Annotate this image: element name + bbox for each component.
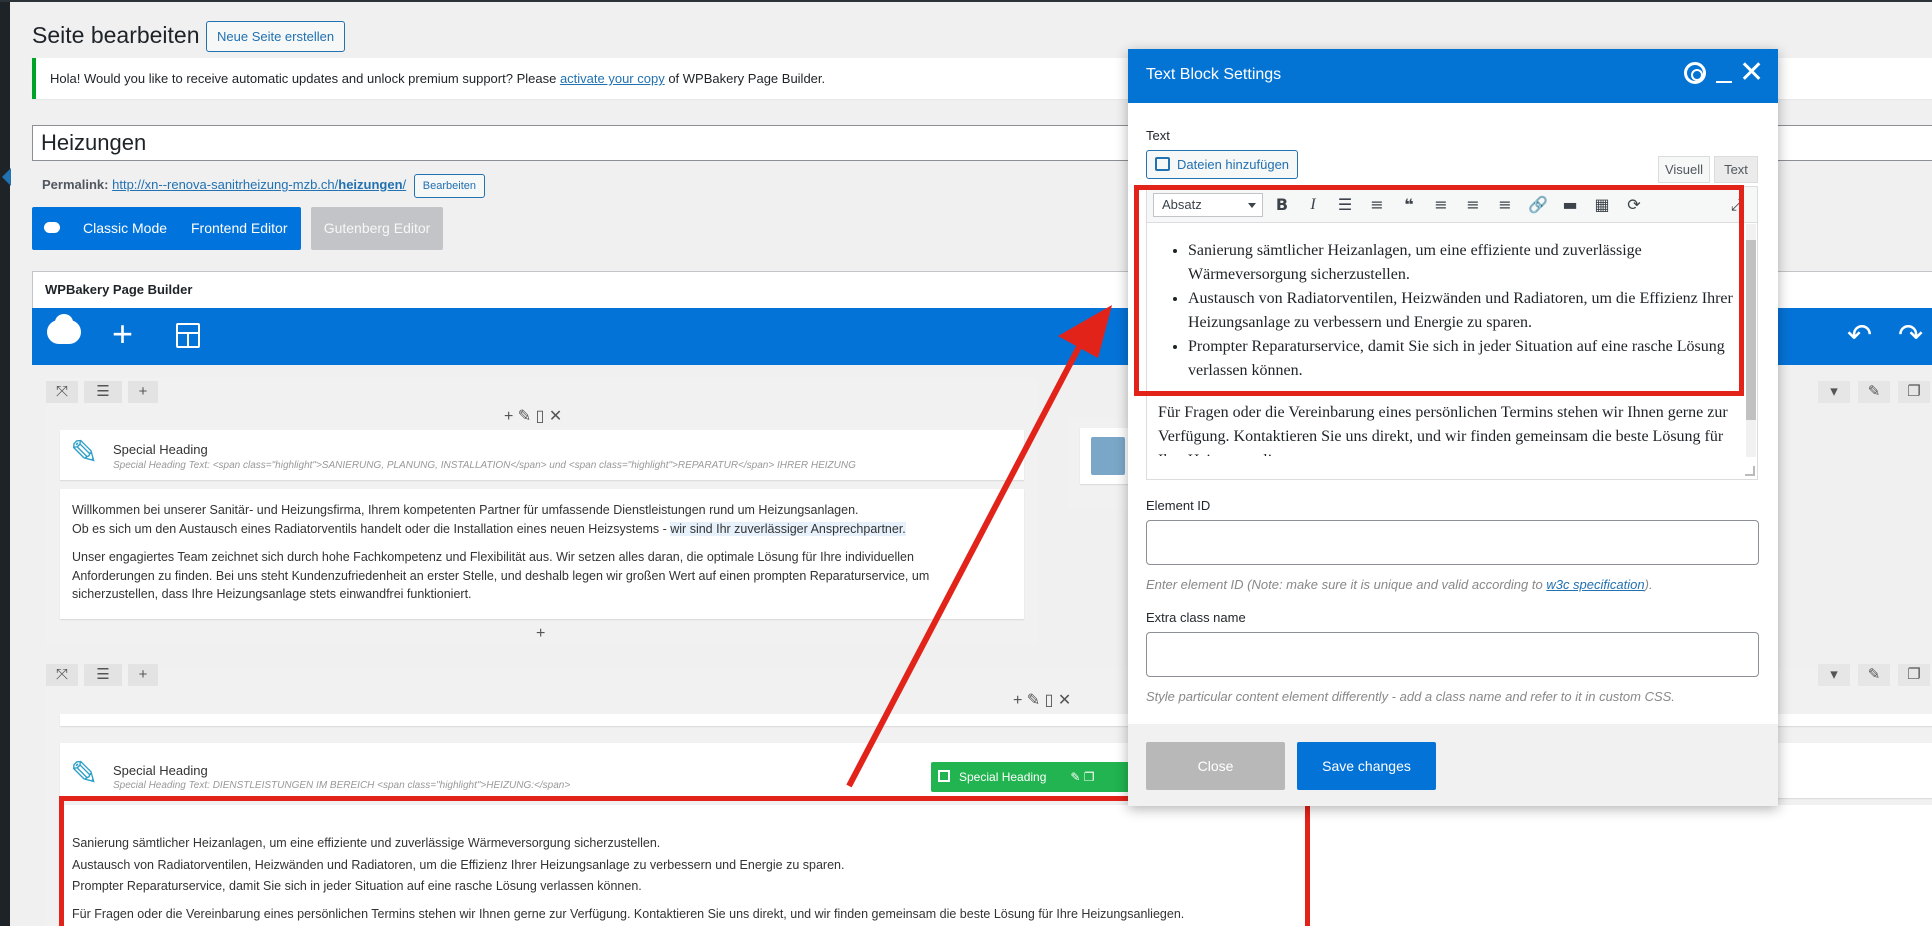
gutenberg-editor-button[interactable]: Gutenberg Editor: [311, 207, 443, 250]
row-layout-icon[interactable]: ☰: [84, 381, 122, 403]
add-element-icon[interactable]: +: [112, 314, 133, 354]
special-heading-subtitle: Special Heading Text: DIENSTLEISTUNGEN I…: [113, 780, 571, 791]
text-line: sicherzustellen, dass Ihre Heizungsanlag…: [72, 587, 472, 601]
desc-text: Enter element ID (Note: make sure it is …: [1146, 577, 1547, 592]
special-heading-icon: ✎: [70, 434, 99, 472]
text-line: Unser engagiertes Team zeichnet sich dur…: [72, 550, 914, 564]
badge-move-icon[interactable]: [938, 770, 950, 782]
notice-text: Hola! Would you like to receive automati…: [50, 71, 560, 86]
special-heading-title: Special Heading: [113, 763, 208, 778]
special-heading-icon: ✎: [70, 755, 99, 793]
text-span: Ob es sich um den Austausch eines Radiat…: [72, 521, 671, 536]
admin-sidebar: [0, 0, 10, 926]
extra-class-label: Extra class name: [1146, 610, 1246, 625]
sidebar-current-indicator: [2, 168, 11, 186]
text-block-element[interactable]: Willkommen bei unserer Sanitär- und Heiz…: [60, 489, 1024, 619]
row-move-icon[interactable]: ⤧: [46, 381, 78, 403]
new-page-button[interactable]: Neue Seite erstellen: [206, 21, 346, 52]
notice-text-after: of WPBakery Page Builder.: [664, 71, 826, 86]
text-line: Willkommen bei unserer Sanitär- und Heiz…: [72, 503, 859, 517]
wpbakery-logo-icon: [44, 222, 60, 233]
desc-text-end: ).: [1644, 577, 1653, 592]
classic-mode-button[interactable]: Classic Mode: [83, 220, 167, 236]
editor-paragraph: Für Fragen oder die Vereinbarung eines p…: [1158, 404, 1728, 456]
row-collapse-icon[interactable]: ▾: [1818, 381, 1850, 403]
permalink-edit-button[interactable]: Bearbeiten: [413, 174, 486, 198]
add-element-in-column-icon[interactable]: +: [536, 625, 545, 643]
annotation-box-editor: [1134, 185, 1744, 396]
extra-class-description: Style particular content element differe…: [1146, 689, 1675, 704]
highlighted-text: wir sind Ihr zuverlässiger Ansprechpartn…: [670, 521, 906, 536]
row-collapse-icon[interactable]: ▾: [1818, 664, 1850, 686]
extra-class-input[interactable]: [1146, 632, 1759, 677]
text-line: Ob es sich um den Austausch eines Radiat…: [72, 520, 1012, 539]
badge-controls[interactable]: ✎ ❐: [1070, 770, 1094, 784]
column-controls[interactable]: + ✎ ▯ ✕: [1013, 690, 1071, 710]
permalink-link[interactable]: http://xn--renova-sanitrheizung-mzb.ch/h…: [112, 177, 406, 192]
page-title: Seite bearbeiten: [32, 22, 200, 48]
permalink-slug: heizungen: [338, 177, 403, 192]
row-edit-icon[interactable]: ✎: [1858, 381, 1890, 403]
text-line: Anforderungen zu finden. Bei uns steht K…: [72, 568, 930, 583]
column-controls[interactable]: + ✎ ▯ ✕: [504, 406, 562, 426]
templates-icon[interactable]: [176, 323, 200, 348]
wpbakery-title: WPBakery Page Builder: [45, 282, 193, 297]
row-add-icon[interactable]: +: [128, 664, 158, 686]
row-edit-icon[interactable]: ✎: [1858, 664, 1890, 686]
vc-logo-icon[interactable]: [47, 314, 81, 344]
editor-scrollbar-thumb[interactable]: [1746, 240, 1756, 420]
annotation-box-bottom: [59, 796, 1310, 926]
gear-icon[interactable]: [1684, 62, 1706, 84]
minimize-icon[interactable]: [1716, 81, 1732, 83]
element-id-description: Enter element ID (Note: make sure it is …: [1146, 577, 1653, 592]
media-icon: [1155, 157, 1170, 171]
close-icon[interactable]: ✕: [1739, 58, 1764, 88]
permalink-label: Permalink:: [42, 177, 109, 192]
row-clone-icon[interactable]: ❐: [1898, 664, 1930, 686]
save-changes-button[interactable]: Save changes: [1297, 742, 1436, 790]
image-thumbnail: [1091, 437, 1125, 475]
resize-handle[interactable]: [1745, 466, 1755, 476]
element-id-label: Element ID: [1146, 498, 1211, 513]
special-heading-subtitle: Special Heading Text: <span class="highl…: [113, 460, 856, 471]
tab-visual[interactable]: Visuell: [1658, 156, 1710, 183]
tab-text[interactable]: Text: [1714, 156, 1758, 183]
redo-icon[interactable]: ↷: [1898, 318, 1923, 353]
w3c-link[interactable]: w3c specification: [1546, 577, 1644, 592]
row-add-icon[interactable]: +: [128, 381, 158, 403]
frontend-editor-button[interactable]: Frontend Editor: [191, 220, 288, 236]
badge-label: Special Heading: [959, 770, 1047, 784]
activate-link[interactable]: activate your copy: [560, 71, 665, 86]
admin-bar: [0, 0, 1932, 2]
row-clone-icon[interactable]: ❐: [1898, 381, 1930, 403]
text-field-label: Text: [1146, 128, 1170, 143]
modal-title: Text Block Settings: [1146, 66, 1282, 83]
special-heading-title: Special Heading: [113, 442, 208, 457]
row-layout-icon[interactable]: ☰: [84, 664, 122, 686]
element-id-input[interactable]: [1146, 520, 1759, 565]
close-button[interactable]: Close: [1146, 742, 1285, 790]
row-move-icon[interactable]: ⤧: [46, 664, 78, 686]
permalink: Permalink: http://xn--renova-sanitrheizu…: [42, 174, 486, 198]
permalink-base: http://xn--renova-sanitrheizung-mzb.ch/: [112, 177, 339, 192]
undo-icon[interactable]: ↶: [1847, 318, 1872, 353]
element-hover-badge[interactable]: Special Heading ✎ ❐: [931, 762, 1135, 792]
